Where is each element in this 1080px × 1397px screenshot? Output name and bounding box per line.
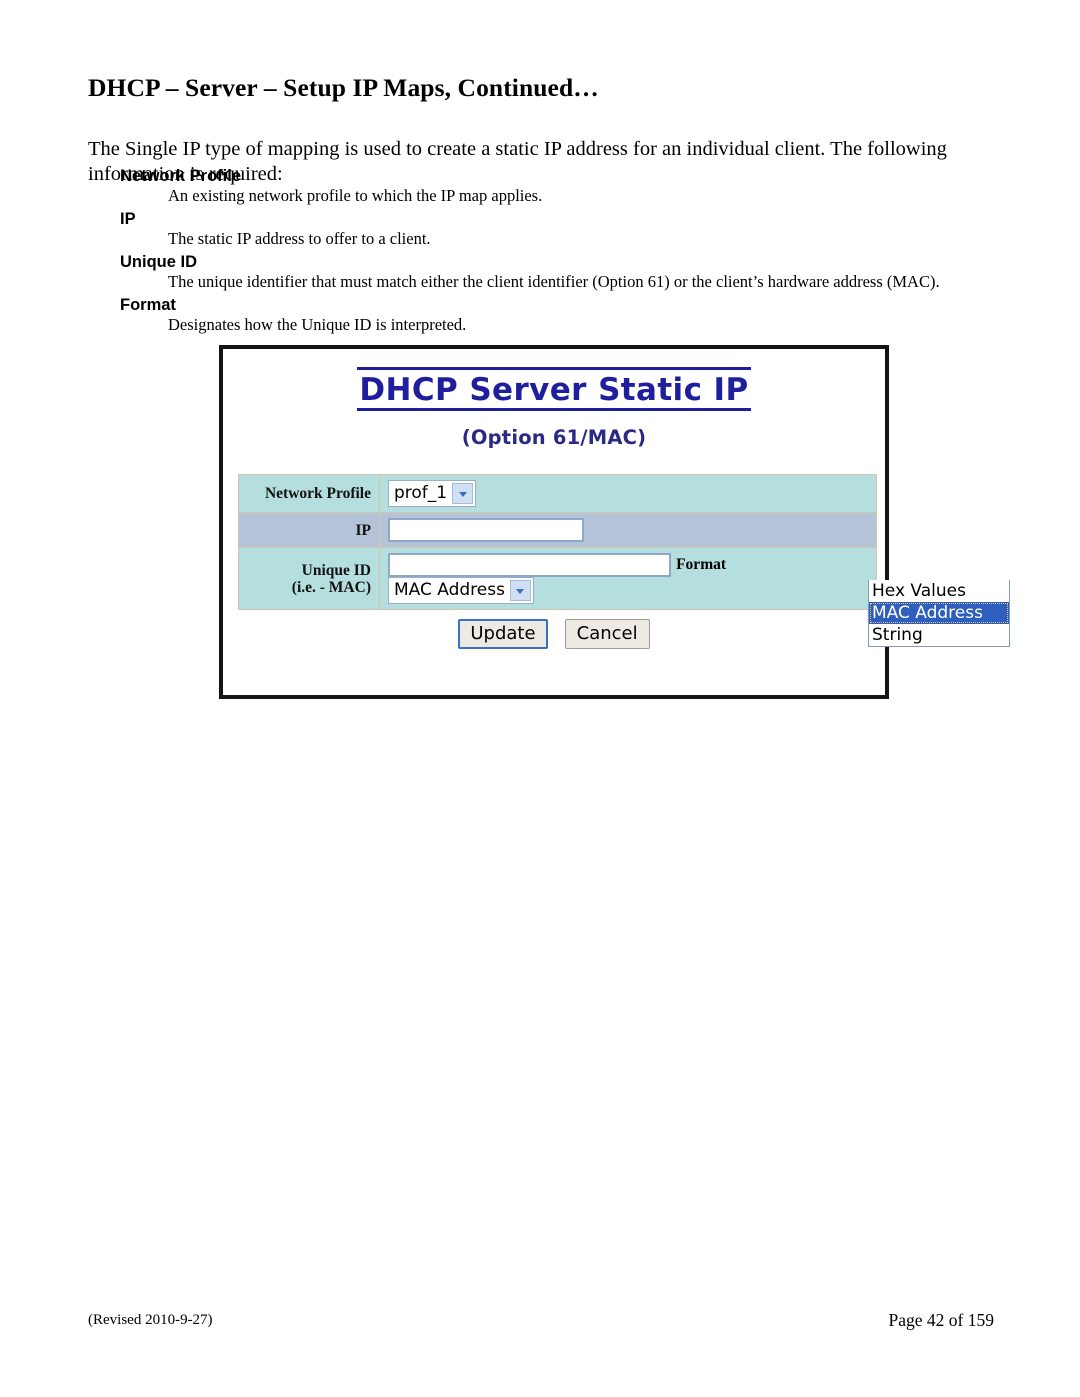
static-ip-form-table: Network Profile prof_1 IP Unique ID (i.e… — [238, 474, 1010, 647]
table-row-ip: IP — [238, 512, 877, 548]
format-option-mac-address[interactable]: MAC Address — [869, 602, 1009, 624]
screenshot-heading-text: DHCP Server Static IP — [357, 367, 751, 411]
definition-term-network-profile: Network Profile — [120, 167, 242, 185]
format-option-hex-values[interactable]: Hex Values — [869, 580, 1009, 602]
unique-id-input[interactable] — [388, 553, 671, 577]
label-unique-id: Unique ID (i.e. - MAC) — [238, 547, 380, 610]
definition-term-format: Format — [120, 296, 176, 314]
field-network-profile: prof_1 — [379, 474, 877, 513]
ip-input[interactable] — [388, 518, 584, 542]
footer-page-number: Page 42 of 159 — [888, 1310, 994, 1330]
screenshot-subheading: (Option 61/MAC) — [461, 426, 647, 449]
network-profile-select[interactable]: prof_1 — [388, 480, 477, 507]
screenshot-heading: DHCP Server Static IP — [224, 367, 884, 411]
network-profile-select-value: prof_1 — [394, 483, 448, 503]
cancel-button[interactable]: Cancel — [564, 619, 650, 649]
definition-term-ip: IP — [120, 210, 136, 228]
label-network-profile: Network Profile — [238, 474, 380, 513]
form-button-row: Update Cancel — [224, 619, 884, 649]
label-ip: IP — [238, 512, 380, 548]
field-unique-id: Format MAC Address Hex Values MAC Addres… — [379, 547, 1010, 647]
definition-term-unique-id: Unique ID — [120, 253, 197, 271]
label-format: Format — [676, 556, 727, 573]
table-row-network-profile: Network Profile prof_1 — [238, 474, 877, 513]
definition-desc-format: Designates how the Unique ID is interpre… — [168, 315, 467, 334]
definition-list: Network Profile An existing network prof… — [120, 166, 1010, 338]
definition-desc-ip: The static IP address to offer to a clie… — [168, 229, 431, 248]
definition-desc-network-profile: An existing network profile to which the… — [168, 186, 543, 205]
footer-revision: (Revised 2010-9-27) — [88, 1312, 213, 1328]
format-dropdown-list[interactable]: Hex Values MAC Address String — [868, 580, 1010, 647]
chevron-down-icon[interactable] — [509, 580, 531, 601]
definition-desc-unique-id: The unique identifier that must match ei… — [168, 272, 940, 291]
format-option-string[interactable]: String — [869, 624, 1009, 646]
field-ip — [379, 512, 877, 548]
format-select-value: MAC Address — [394, 580, 505, 600]
format-select[interactable]: MAC Address — [388, 577, 534, 604]
table-row-unique-id: Unique ID (i.e. - MAC) Format MAC Addres… — [238, 547, 1010, 647]
embedded-screenshot: DHCP Server Static IP (Option 61/MAC) Ne… — [219, 345, 1010, 699]
update-button[interactable]: Update — [458, 619, 548, 649]
label-unique-id-line1: Unique ID — [301, 561, 371, 579]
chevron-down-icon[interactable] — [452, 483, 474, 504]
screenshot-inner-frame: DHCP Server Static IP (Option 61/MAC) Ne… — [223, 349, 1010, 695]
page-title: DHCP – Server – Setup IP Maps, Continued… — [88, 73, 599, 103]
document-page: DHCP – Server – Setup IP Maps, Continued… — [0, 0, 1080, 1397]
label-unique-id-line2: (i.e. - MAC) — [291, 578, 371, 596]
